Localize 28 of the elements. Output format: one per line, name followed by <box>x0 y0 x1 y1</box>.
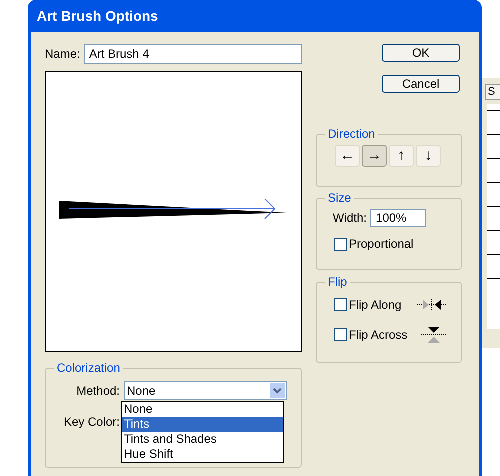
flip-across-icon <box>421 326 447 344</box>
method-dropdown[interactable]: None <box>124 381 287 400</box>
checkbox[interactable] <box>334 328 347 341</box>
dropdown-option[interactable]: Tints <box>122 417 283 432</box>
ok-button[interactable]: OK <box>382 44 460 62</box>
dropdown-option[interactable]: None <box>122 402 283 417</box>
direction-button[interactable]: ↑ <box>389 145 414 167</box>
width-label: Width: <box>333 210 368 227</box>
flip-along-icon <box>417 298 447 312</box>
name-label: Name: <box>45 46 80 63</box>
panel-tab[interactable]: S <box>485 84 500 100</box>
flip-label: Flip Across <box>349 326 409 344</box>
dropdown-option[interactable]: Tints and Shades <box>122 432 283 447</box>
direction-button[interactable]: ← <box>335 145 360 167</box>
window-title: Art Brush Options <box>37 6 158 26</box>
width-field[interactable]: 100% <box>370 209 426 227</box>
key-color-label: Key Color: <box>62 414 120 431</box>
group-title: Flip <box>325 274 350 290</box>
proportional-label: Proportional <box>349 236 414 253</box>
name-field[interactable]: Art Brush 4 <box>84 44 302 64</box>
checkbox[interactable] <box>334 298 347 311</box>
direction-button[interactable]: ↓ <box>416 145 441 167</box>
dropdown-option[interactable]: Hue Shift <box>122 447 283 462</box>
cancel-button[interactable]: Cancel <box>382 75 460 93</box>
direction-button[interactable]: → <box>362 145 387 167</box>
checkbox[interactable] <box>334 238 347 250</box>
flip-label: Flip Along <box>349 296 403 314</box>
method-label: Method: <box>76 382 120 400</box>
